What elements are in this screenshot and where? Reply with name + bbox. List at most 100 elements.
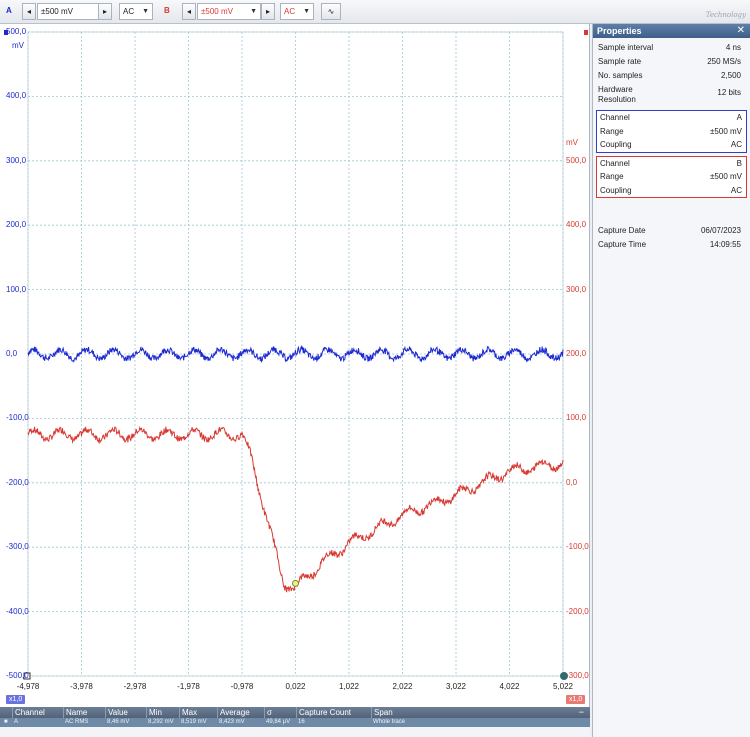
y-unit-b: mV — [566, 138, 578, 147]
property-label: Capture Date — [598, 226, 646, 235]
channel-b-range-down-icon[interactable]: ◂ — [182, 3, 196, 20]
property-row: Coupling AC — [597, 138, 746, 152]
close-icon[interactable]: ✕ — [737, 24, 745, 38]
measurement-cell: 8,292 mV — [148, 719, 174, 725]
measurement-cell: A — [14, 719, 19, 725]
y-unit-a: mV — [12, 41, 24, 50]
y-tick-label-a: -200,0 — [6, 477, 29, 487]
x-tick-label: 5,022 — [552, 682, 574, 691]
property-row: Channel A — [597, 111, 746, 125]
measurement-column-header[interactable]: Min — [146, 707, 162, 718]
property-label: Range — [600, 126, 624, 136]
property-row: Range ±500 mV — [597, 125, 746, 139]
properties-title: Properties ✕ — [593, 24, 750, 38]
property-label: Range — [600, 172, 624, 181]
property-value: 14:09:55 — [709, 240, 741, 249]
x-tick-label: -2,978 — [123, 682, 147, 691]
y-tick-label-b: -200,0 — [566, 606, 589, 616]
measurement-row[interactable]: ■ A AC RMS 8,46 mV 8,292 mV 8,519 mV 8,423 mV 4… — [0, 718, 590, 727]
y-tick-label-a: 100,0 — [6, 284, 27, 294]
measurements-header: Channel Name Value Min Max Average σ Capture Co… — [0, 707, 590, 718]
channel-a-properties: Channel A Range ±500 mV Coupling AC — [596, 110, 747, 153]
y-tick-label-a: -400,0 — [6, 606, 29, 616]
property-row: Channel B — [597, 157, 746, 171]
trigger-marker — [292, 579, 299, 587]
property-label: Channel — [600, 158, 630, 168]
measurement-column-header[interactable]: Span — [371, 707, 393, 718]
property-label: Sample rate — [598, 57, 642, 66]
y-tick-label-a: -300,0 — [6, 542, 29, 552]
measurement-cell: AC RMS — [65, 719, 89, 725]
channel-b-offset-marker — [584, 30, 588, 35]
scope-view[interactable]: mV mV µs x1,0 x1,0 500,0400,0300,0200,01… — [0, 24, 590, 707]
x-tick-label: 1,022 — [338, 682, 360, 691]
property-label: Channel — [600, 113, 630, 122]
property-value: AC — [730, 185, 742, 195]
measurement-cell: Whole trace — [373, 719, 406, 725]
measurement-cell: 16 — [298, 719, 305, 725]
property-label: Capture Time — [598, 240, 647, 249]
chevron-down-icon: ▼ — [303, 8, 310, 15]
channel-b-label: B — [164, 6, 170, 15]
channel-b-scale-badge[interactable]: x1,0 — [566, 695, 586, 704]
x-tick-label: -1,978 — [177, 682, 200, 691]
channel-b-coupling-select[interactable]: AC ▼ — [280, 3, 314, 20]
property-value: 2,500 — [720, 71, 741, 80]
y-tick-label-b: 300,0 — [566, 284, 587, 294]
channel-a-label: A — [6, 6, 12, 15]
chevron-down-icon: ▼ — [250, 8, 257, 15]
x-tick-label: 3,022 — [445, 682, 467, 691]
property-label: Coupling — [600, 140, 632, 149]
property-value: 4 ns — [725, 43, 741, 52]
measurement-column-header[interactable]: Average — [217, 707, 250, 718]
channel-b-range-select[interactable]: ±500 mV ▼ — [197, 3, 261, 20]
measurement-column-header[interactable]: Channel — [12, 707, 45, 718]
x-tick-label: -4,978 — [16, 682, 40, 691]
channel-a-range-down-icon[interactable]: ◂ — [22, 3, 36, 20]
property-row: Hardware Resolution 12 bits — [593, 83, 750, 107]
x-tick-label: -3,978 — [70, 682, 93, 691]
channel-a-coupling-select[interactable]: AC ▼ — [119, 3, 153, 20]
x-tick-label: 4,022 — [499, 682, 520, 691]
property-value: ±500 mV — [710, 172, 742, 181]
y-tick-label-b: 200,0 — [566, 349, 587, 358]
property-row: Capture Time 14:09:55 — [593, 238, 750, 252]
collapse-icon[interactable]: − — [579, 707, 584, 718]
y-tick-label-a: 400,0 — [6, 91, 27, 101]
property-label: Hardware Resolution — [598, 85, 636, 104]
y-tick-label-a: 200,0 — [6, 220, 27, 230]
y-tick-label-b: 400,0 — [566, 220, 587, 230]
property-value: ±500 mV — [710, 126, 742, 136]
measurement-column-header[interactable]: Name — [63, 707, 87, 718]
y-tick-label-b: 100,0 — [566, 413, 587, 423]
y-tick-label-a: 500,0 — [6, 27, 27, 36]
toolbar: A ◂ ±500 mV▼ ▸ AC▼ B ◂ ±500 mV▼ ▸ AC▼ ∿ … — [0, 0, 750, 24]
waveform-options-icon[interactable]: ∿ — [321, 3, 341, 20]
channel-b-range-up-icon[interactable]: ▸ — [261, 3, 275, 20]
x-tick-label: 0,022 — [285, 682, 306, 691]
picoscope-window: A ◂ ±500 mV▼ ▸ AC▼ B ◂ ±500 mV▼ ▸ AC▼ ∿ … — [0, 0, 750, 737]
channel-a-range-up-icon[interactable]: ▸ — [98, 3, 112, 20]
y-tick-label-b: -300,0 — [566, 671, 589, 680]
property-row: Range ±500 mV — [597, 170, 746, 184]
property-label: No. samples — [598, 71, 643, 80]
y-tick-label-b: 0,0 — [566, 477, 578, 487]
chevron-down-icon: ▼ — [142, 8, 149, 15]
y-tick-label-b: -100,0 — [566, 542, 589, 552]
measurement-column-header[interactable]: Max — [179, 707, 197, 718]
property-value: B — [736, 158, 742, 168]
scope-plot[interactable] — [0, 24, 590, 707]
logo: Technology — [705, 11, 746, 19]
row-select-icon[interactable]: ■ — [4, 718, 8, 727]
measurement-column-header[interactable]: Value — [105, 707, 128, 718]
channel-a-scale-badge[interactable]: x1,0 — [6, 695, 26, 704]
x-tick-label: 2,022 — [392, 682, 413, 691]
y-tick-label-a: 0,0 — [6, 349, 18, 358]
y-tick-label-a: 300,0 — [6, 155, 27, 165]
property-row: Capture Date 06/07/2023 — [593, 224, 750, 238]
measurement-column-header[interactable]: Capture Count — [296, 707, 351, 718]
measurement-column-header[interactable]: σ — [264, 707, 272, 718]
property-row: No. samples 2,500 — [593, 69, 750, 83]
property-row: Coupling AC — [597, 184, 746, 198]
property-label: Coupling — [600, 185, 632, 195]
